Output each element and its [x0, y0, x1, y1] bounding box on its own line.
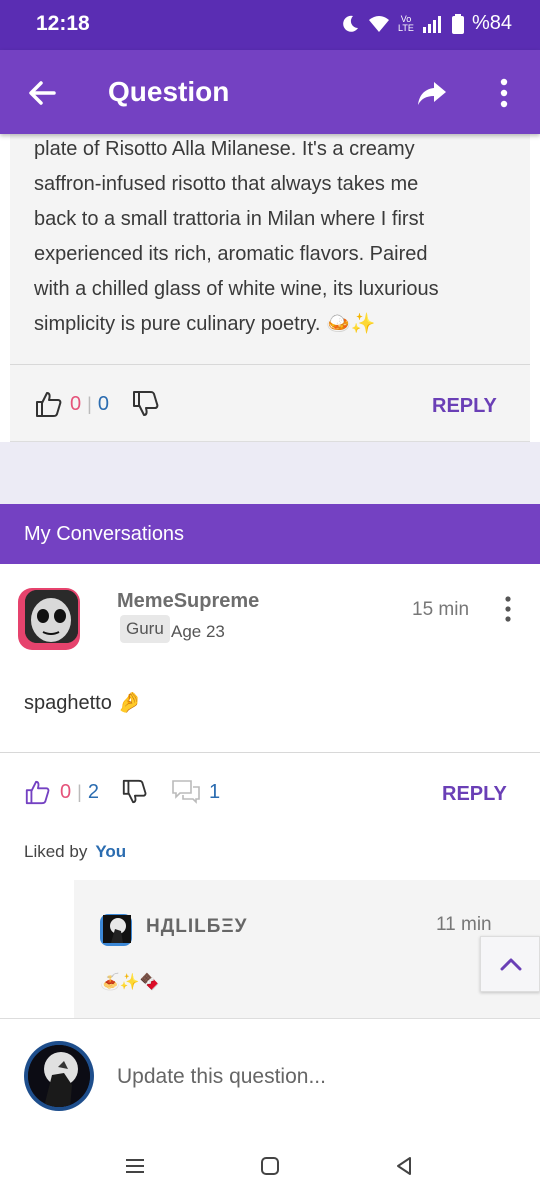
signal-icon [422, 15, 441, 33]
share-icon[interactable] [416, 78, 448, 108]
back-arrow-icon[interactable] [26, 78, 58, 108]
status-icons: Vo LTE %84 [340, 12, 512, 35]
section-gap [0, 442, 540, 504]
nested-reply: НДLILБΞУ 11 min 🍝✨🍫 [74, 880, 540, 1020]
status-time: 12:18 [36, 12, 90, 35]
comment-username[interactable]: MemeSupreme [117, 590, 259, 613]
liked-by-row: Liked by You [24, 842, 126, 862]
answer-reply-button[interactable]: REPLY [432, 395, 497, 418]
thumbs-down-icon[interactable] [121, 778, 147, 806]
status-bar: 12:18 Vo LTE %84 [0, 0, 540, 50]
vote-separator: | [87, 393, 92, 414]
thumbs-up-icon[interactable] [24, 778, 50, 806]
answer-divider [10, 364, 530, 365]
user-age: Age 23 [171, 622, 225, 641]
answer-line: back to a small trattoria in Milan where… [34, 208, 425, 230]
home-icon[interactable] [258, 1154, 282, 1178]
answer-line: plate of Risotto Alla Milanese. It's a c… [34, 138, 415, 160]
liked-by-label: Liked by [24, 842, 88, 861]
battery-percent: %84 [471, 12, 512, 34]
user-avatar-image [28, 1045, 90, 1107]
answer-card: plate of Risotto Alla Milanese. It's a c… [10, 134, 530, 442]
answer-line: simplicity is pure culinary poetry. 🍛✨ [34, 313, 376, 335]
comment-down-count: 2 [87, 780, 99, 803]
nested-text: 🍝✨🍫 [100, 974, 160, 991]
back-nav-icon[interactable] [392, 1154, 416, 1178]
comment-divider [0, 752, 540, 753]
answer-line: saffron-infused risotto that always take… [34, 173, 419, 195]
comment-up-count: 0 [60, 780, 72, 803]
answer-text: plate of Risotto Alla Milanese. It's a c… [34, 132, 494, 342]
comment-reply-button[interactable]: REPLY [442, 783, 507, 806]
answer-vote-row: 0 | 0 [34, 390, 159, 418]
thumbs-up-icon[interactable] [34, 390, 62, 418]
wifi-icon [368, 15, 389, 32]
chevron-up-icon [500, 958, 522, 971]
avatar[interactable] [18, 588, 80, 650]
nested-time: 11 min [436, 914, 492, 935]
do-not-disturb-icon [343, 15, 358, 32]
page-title: Question [108, 76, 230, 107]
comment-time: 15 min [412, 599, 470, 620]
thumbs-down-icon[interactable] [131, 390, 159, 418]
comment-text: spaghetto 🤌 [24, 692, 143, 714]
answer-up-count: 0 [70, 392, 82, 415]
recent-apps-icon[interactable] [123, 1154, 147, 1178]
nested-avatar-image [103, 915, 131, 943]
vote-separator: | [77, 781, 82, 802]
user-badge: Guru [120, 615, 170, 643]
scroll-to-top-button[interactable] [480, 936, 540, 992]
answer-line: experienced its rich, aromatic flavors. … [34, 243, 428, 265]
avatar-image [25, 590, 78, 643]
comments-icon[interactable] [171, 779, 201, 805]
app-bar: Question [0, 50, 540, 134]
nested-avatar[interactable] [100, 914, 132, 946]
answer-down-count: 0 [97, 392, 109, 415]
battery-icon [451, 13, 464, 34]
conversations-title: My Conversations [24, 523, 185, 545]
comment-vote-row: 0 | 2 1 [24, 778, 220, 806]
volte-indicator: Vo LTE [398, 13, 414, 33]
more-options-icon[interactable] [494, 78, 514, 108]
update-question-input[interactable]: Update this question... [117, 1065, 326, 1089]
liked-by-user[interactable]: You [95, 842, 126, 861]
nested-username[interactable]: НДLILБΞУ [146, 916, 247, 938]
system-nav-bar [0, 1136, 540, 1200]
comment-count: 1 [208, 780, 221, 803]
comment-more-icon[interactable] [502, 596, 514, 622]
conversations-header: My Conversations [0, 504, 540, 564]
answer-line: with a chilled glass of white wine, its … [34, 278, 439, 300]
user-avatar[interactable] [24, 1041, 94, 1111]
update-question-bar: Update this question... [0, 1018, 540, 1136]
